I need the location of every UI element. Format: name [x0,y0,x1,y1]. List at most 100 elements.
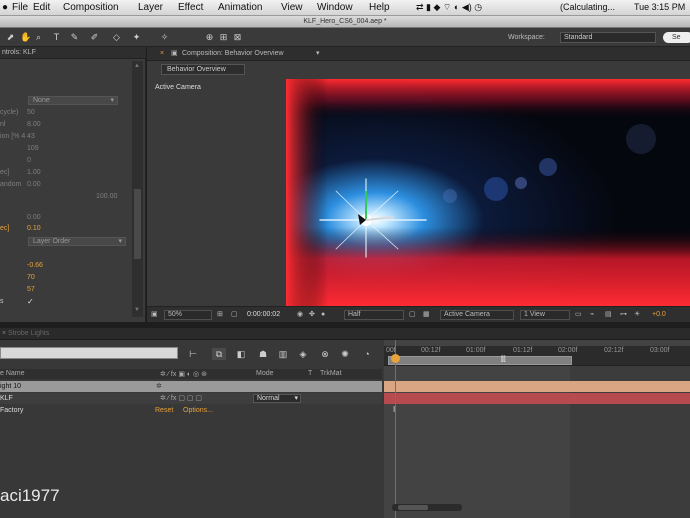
zoom-dropdown[interactable]: 50% [164,310,212,320]
work-area-grip-icon[interactable]: ⫿⫿ [501,356,505,364]
param-value-highlight[interactable]: 57 [27,286,35,293]
composition-viewer[interactable] [286,79,690,306]
hand-tool-icon[interactable]: ✋ [20,32,31,42]
timeline-tab[interactable]: × Strobe Lights [0,328,690,340]
effect-dropdown-none[interactable]: None ▾ [28,96,118,105]
camera-view-dropdown[interactable]: Active Camera [440,310,514,320]
motion-blur-icon[interactable]: ◈ [296,348,310,360]
zoom-slider-thumb[interactable] [398,505,428,510]
show-channel-icon[interactable]: ✤ [309,310,315,320]
apple-menu-icon[interactable]: ● [2,2,8,13]
tab-menu-icon[interactable]: ▾ [316,47,320,61]
comp-mini-flowchart-icon[interactable]: ⊢ [186,348,200,360]
timeline-zoom-slider[interactable] [392,504,462,511]
toggle-pixel-aspect-icon[interactable]: ▭ [575,310,582,320]
menu-composition[interactable]: Composition [63,2,119,13]
search-help-input[interactable]: Se [663,32,690,43]
layer-row[interactable]: ight 10 ✲ [0,381,382,392]
fast-previews-icon[interactable]: ⌁ [590,310,594,320]
view-layout-dropdown[interactable]: 1 View [520,310,570,320]
region-of-interest-icon[interactable]: ▢ [409,310,416,320]
layer-duration-bar[interactable] [384,393,690,404]
snapshot-icon[interactable]: ◉ [297,310,303,320]
draft-3d-icon[interactable]: ◧ [234,348,248,360]
column-mode[interactable]: Mode [256,370,274,377]
work-area-bar[interactable]: ⫿⫿ [388,356,572,365]
current-time-indicator-head[interactable] [391,354,400,363]
param-value[interactable]: 50 [27,109,35,116]
workspace-select[interactable]: Standard [560,32,656,43]
transparency-grid-icon[interactable]: ▦ [423,310,430,320]
resolution-dropdown[interactable]: Half [344,310,404,320]
exposure-value[interactable]: +0.0 [652,310,666,320]
frame-blending-icon[interactable]: ▥ [276,348,290,360]
roto-brush-icon[interactable]: ✦ [132,32,141,42]
checkbox-check-icon[interactable]: ✓ [27,297,34,306]
graph-editor-icon[interactable]: ⊗ [318,348,332,360]
column-layer-name[interactable]: e Name [0,370,25,377]
param-value[interactable]: 0.00 [27,181,41,188]
param-value-highlight[interactable]: 0.10 [27,225,41,232]
menu-help[interactable]: Help [369,2,390,13]
param-value-highlight[interactable]: 70 [27,274,35,281]
menu-layer[interactable]: Layer [138,2,163,13]
color-channel-icon[interactable]: ● [321,310,325,320]
column-trkmat[interactable]: TrkMat [320,370,342,377]
stopwatch-icon[interactable]: ◔ [360,348,374,360]
scroll-down-icon[interactable]: ▼ [134,307,140,313]
comp-flowchart-icon[interactable]: ⊶ [620,310,627,320]
menu-effect[interactable]: Effect [178,2,203,13]
effect-controls-scrollbar[interactable]: ▲ ▼ [132,61,143,317]
selection-tool-icon[interactable]: ⬈ [6,32,15,42]
always-preview-icon[interactable]: ▣ [151,310,158,320]
layer-duration-bar[interactable] [384,381,690,392]
mask-visibility-icon[interactable]: ▢ [231,310,238,320]
grid-icon[interactable]: ⊞ [217,310,223,320]
param-value[interactable]: 0 [27,157,31,164]
param-value-highlight[interactable]: -0.66 [27,262,43,269]
param-value[interactable]: 1.00 [27,169,41,176]
param-value[interactable]: 8.00 [27,121,41,128]
axis-local-icon[interactable]: ⊕ [205,32,214,42]
layer-row[interactable]: Factory Reset Options... [0,405,382,416]
scroll-up-icon[interactable]: ▲ [134,63,140,69]
param-value[interactable]: 100.00 [96,193,117,200]
timeline-toggle-icon[interactable]: ▤ [605,310,612,320]
current-time-display[interactable]: 0:00:00:02 [247,310,280,320]
hide-shy-layers-icon[interactable]: ☗ [256,348,270,360]
timeline-search-input[interactable] [0,347,178,359]
zoom-tool-icon[interactable]: ⌕ [34,32,43,42]
param-value[interactable]: 43 [27,133,35,140]
menu-animation[interactable]: Animation [218,2,262,13]
composition-tab-label[interactable]: Composition: Behavior Overview [182,47,284,61]
layer-switch-icon[interactable]: ✲ [156,381,162,392]
axis-world-icon[interactable]: ⊞ [219,32,228,42]
param-value[interactable]: 0.00 [27,214,41,221]
effect-controls-tab[interactable]: ntrols: KLF [0,47,146,59]
effect-reset-link[interactable]: Reset [155,405,173,416]
menu-view[interactable]: View [281,2,303,13]
lock-icon[interactable]: ▣ [171,47,178,61]
time-ruler[interactable]: 00f 00:12f 01:00f 01:12f 02:00f 02:12f 0… [384,346,690,366]
pen-tool-icon[interactable]: ✎ [70,32,79,42]
scroll-thumb[interactable] [134,189,141,259]
current-time-indicator[interactable] [395,340,396,518]
menu-file[interactable]: File [12,2,28,13]
layer-switches-icon[interactable]: ✲ ⁄ fx ▢ ▢ ▢ [160,393,202,404]
puppet-tool-icon[interactable]: ✧ [160,32,169,42]
brush-tool-icon[interactable]: ✐ [90,32,99,42]
reset-exposure-icon[interactable]: ☀ [634,310,640,320]
eraser-tool-icon[interactable]: ◇ [112,32,121,42]
param-value[interactable]: 109 [27,145,39,152]
brainstorm-icon[interactable]: ✺ [338,348,352,360]
axis-view-icon[interactable]: ⊠ [233,32,242,42]
layer-row[interactable]: KLF ✲ ⁄ fx ▢ ▢ ▢ Normal ▾ [0,393,382,404]
menu-window[interactable]: Window [317,2,353,13]
close-tab-icon[interactable]: × [160,47,164,61]
column-t[interactable]: T [308,370,312,377]
type-tool-icon[interactable]: T [52,32,61,42]
layer-order-dropdown[interactable]: Layer Order ▾ [28,237,126,246]
menu-edit[interactable]: Edit [33,2,50,13]
composition-subtab[interactable]: Behavior Overview [161,64,245,75]
close-tab-icon[interactable]: × [2,330,6,337]
